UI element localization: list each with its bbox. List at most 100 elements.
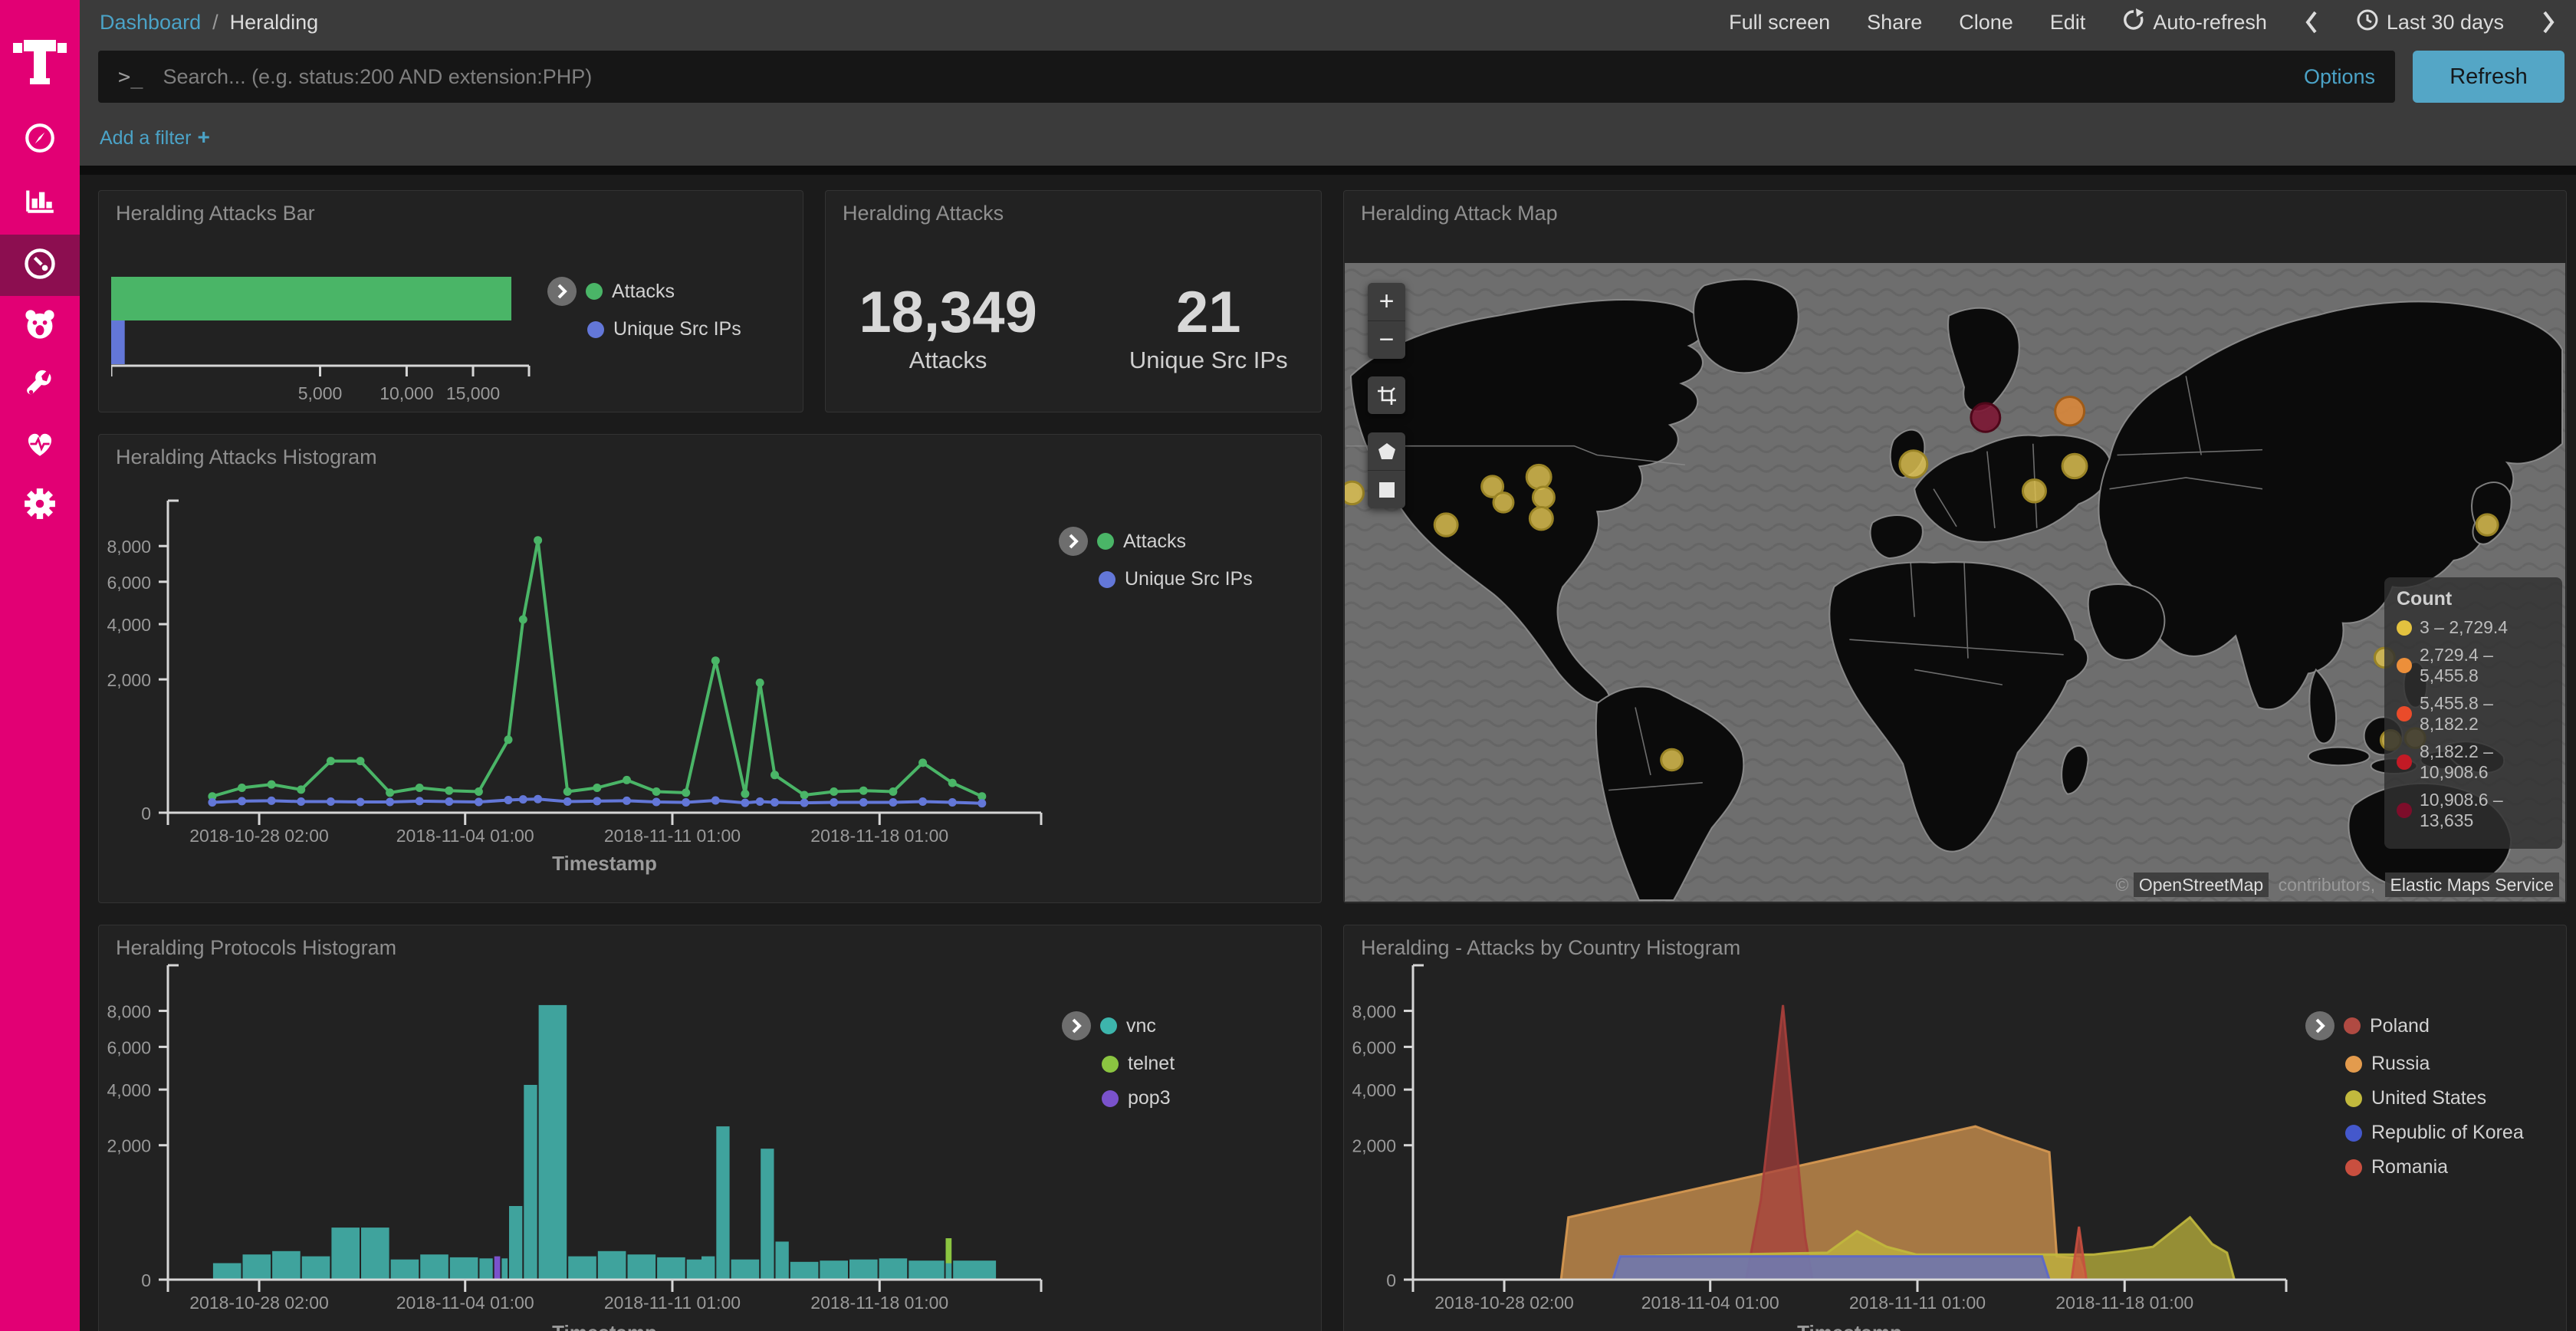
sidebar-item-dashboard[interactable] <box>0 235 80 296</box>
compass-icon <box>23 121 57 159</box>
breadcrumb-dashboard-link[interactable]: Dashboard <box>100 11 201 35</box>
svg-text:2018-11-18 01:00: 2018-11-18 01:00 <box>810 1293 948 1313</box>
legend-item[interactable]: Attacks <box>547 277 741 306</box>
bar-chart-icon <box>23 182 57 220</box>
search-box[interactable]: >_ Options <box>98 51 2395 103</box>
attacks-histogram-chart[interactable]: 02,0004,0006,0008,0002018-10-28 02:00201… <box>99 435 1321 902</box>
legend-label: Poland <box>2370 1015 2430 1037</box>
polygon-tool-button[interactable] <box>1368 432 1405 470</box>
unique-src-ips-count: 21 <box>1129 282 1288 343</box>
share-button[interactable]: Share <box>1867 11 1922 35</box>
map-legend-color-dot <box>2397 658 2412 673</box>
wrench-icon <box>23 367 57 405</box>
sidebar-item-bear[interactable] <box>0 295 80 357</box>
legend-label: vnc <box>1126 1015 1156 1037</box>
map-fit-control <box>1368 376 1405 414</box>
sidebar-item-monitoring[interactable] <box>0 415 80 476</box>
legend-item[interactable]: Russia <box>2345 1053 2524 1075</box>
sidebar-item-discover[interactable] <box>0 109 80 170</box>
svg-text:2018-11-18 01:00: 2018-11-18 01:00 <box>810 826 948 846</box>
legend-color-dot <box>2344 1017 2361 1034</box>
auto-refresh-button[interactable]: Auto-refresh <box>2122 8 2267 37</box>
legend-label: Romania <box>2371 1156 2448 1178</box>
full-screen-button[interactable]: Full screen <box>1729 11 1830 35</box>
map-legend-label: 5,455.8 – 8,182.2 <box>2420 693 2550 735</box>
crop-bounds-button[interactable] <box>1368 376 1405 414</box>
map-legend-color-dot <box>2397 706 2412 721</box>
kibana-dashboard-app: Dashboard / Heralding Full screen Share … <box>0 0 2576 1331</box>
protocols-histogram-chart[interactable]: 02,0004,0006,0008,0002018-10-28 02:00201… <box>99 925 1321 1331</box>
svg-text:8,000: 8,000 <box>107 537 151 557</box>
svg-text:2018-11-11 01:00: 2018-11-11 01:00 <box>604 1293 741 1313</box>
legend-item[interactable]: Republic of Korea <box>2345 1122 2524 1144</box>
legend-item[interactable]: Attacks <box>1059 527 1253 556</box>
rectangle-tool-button[interactable] <box>1368 470 1405 508</box>
legend-item[interactable]: Unique Src IPs <box>587 318 741 340</box>
svg-text:4,000: 4,000 <box>1352 1080 1396 1100</box>
openstreetmap-link[interactable]: OpenStreetMap <box>2134 873 2269 897</box>
zoom-out-button[interactable]: − <box>1368 320 1405 359</box>
panel-attacks-metric: Heralding Attacks 18,349 Attacks 21 Uniq… <box>825 190 1322 412</box>
time-forward-button[interactable] <box>2541 10 2556 35</box>
options-link[interactable]: Options <box>2304 65 2375 89</box>
legend-color-dot <box>1099 571 1116 588</box>
plus-icon: + <box>198 125 210 149</box>
legend-item[interactable]: United States <box>2345 1087 2524 1109</box>
attacks-bar-legend: Attacks Unique Src IPs <box>547 277 741 340</box>
svg-text:Timestamp: Timestamp <box>1797 1321 1902 1331</box>
panel-attacks-bar: Heralding Attacks Bar 5,00010,00015,000 … <box>98 190 803 412</box>
legend-expand-icon[interactable] <box>2305 1011 2334 1040</box>
world-map-canvas[interactable] <box>1345 263 2565 902</box>
legend-item[interactable]: Romania <box>2345 1156 2524 1178</box>
svg-text:8,000: 8,000 <box>107 1001 151 1021</box>
search-input[interactable] <box>162 64 2290 90</box>
svg-text:2,000: 2,000 <box>107 1136 151 1156</box>
legend-expand-icon[interactable] <box>1059 527 1088 556</box>
panel-attacks-histogram: Heralding Attacks Histogram 02,0004,0006… <box>98 434 1322 903</box>
dashboard-grid: Heralding Attacks Bar 5,00010,00015,000 … <box>80 175 2576 1331</box>
map-legend-label: 8,182.2 – 10,908.6 <box>2420 741 2550 783</box>
svg-text:6,000: 6,000 <box>107 573 151 593</box>
svg-text:6,000: 6,000 <box>1352 1037 1396 1057</box>
zoom-in-button[interactable]: + <box>1368 283 1405 320</box>
time-range-picker[interactable]: Last 30 days <box>2356 8 2504 37</box>
legend-item[interactable]: Unique Src IPs <box>1099 568 1253 590</box>
legend-color-dot <box>587 321 604 338</box>
clone-button[interactable]: Clone <box>1959 11 2013 35</box>
sidebar-item-visualize[interactable] <box>0 170 80 232</box>
panel-title: Heralding Protocols Histogram <box>116 936 396 960</box>
top-navigation-bar: Dashboard / Heralding Full screen Share … <box>80 0 2576 44</box>
legend-item[interactable]: pop3 <box>1102 1087 1175 1109</box>
metric-unique-ips: 21 Unique Src IPs <box>1129 282 1288 374</box>
bear-icon <box>22 307 58 346</box>
add-filter-link[interactable]: Add a filter+ <box>100 125 210 150</box>
svg-text:2,000: 2,000 <box>1352 1136 1396 1156</box>
svg-text:Timestamp: Timestamp <box>552 1321 657 1331</box>
edit-button[interactable]: Edit <box>2050 11 2086 35</box>
map-legend-label: 3 – 2,729.4 <box>2420 617 2508 638</box>
map-legend-color-dot <box>2397 803 2412 818</box>
sidebar-item-management[interactable] <box>0 475 80 536</box>
world-map[interactable]: + − Count <box>1345 263 2565 902</box>
legend-label: telnet <box>1128 1053 1175 1075</box>
svg-text:2018-11-04 01:00: 2018-11-04 01:00 <box>396 1293 534 1313</box>
svg-text:2018-11-04 01:00: 2018-11-04 01:00 <box>396 826 534 846</box>
sidebar-item-dev-tools[interactable] <box>0 355 80 416</box>
svg-text:2018-10-28 02:00: 2018-10-28 02:00 <box>189 1293 329 1313</box>
content-divider <box>80 166 2576 175</box>
legend-expand-icon[interactable] <box>547 277 577 306</box>
panel-title: Heralding Attacks Bar <box>116 202 315 225</box>
unique-src-ips-label: Unique Src IPs <box>1129 347 1288 374</box>
elastic-maps-service-link[interactable]: Elastic Maps Service <box>2385 873 2559 897</box>
t-mobile-logo <box>13 20 67 91</box>
legend-item[interactable]: telnet <box>1102 1053 1175 1075</box>
refresh-button[interactable]: Refresh <box>2413 51 2564 103</box>
legend-item[interactable]: Poland <box>2305 1011 2524 1040</box>
map-legend-item: 8,182.2 – 10,908.6 <box>2397 741 2550 783</box>
legend-item[interactable]: vnc <box>1062 1011 1175 1040</box>
legend-label: United States <box>2371 1087 2486 1109</box>
panel-protocols-histogram: Heralding Protocols Histogram 02,0004,00… <box>98 925 1322 1331</box>
time-back-button[interactable] <box>2304 10 2319 35</box>
metric-group: 18,349 Attacks 21 Unique Src IPs <box>826 245 1321 412</box>
legend-expand-icon[interactable] <box>1062 1011 1091 1040</box>
